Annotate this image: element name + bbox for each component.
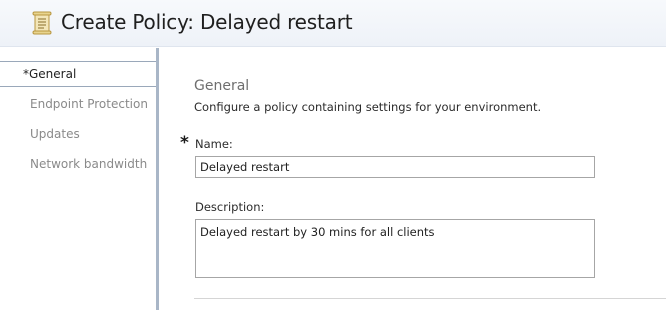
page-title: Create Policy: Delayed restart <box>61 10 353 34</box>
section-title: General <box>194 78 250 94</box>
sidebar-item-network-bandwidth[interactable]: Network bandwidth <box>0 151 156 177</box>
policy-scroll-icon <box>31 11 53 35</box>
name-label: Name: <box>195 137 233 151</box>
required-indicator: * <box>180 133 189 153</box>
description-label: Description: <box>195 200 265 214</box>
section-divider <box>194 298 666 299</box>
title-bar: Create Policy: Delayed restart <box>0 0 666 47</box>
description-field[interactable]: Delayed restart by 30 mins for all clien… <box>195 219 595 278</box>
section-description: Configure a policy containing settings f… <box>194 100 542 114</box>
sidebar-splitter[interactable] <box>156 48 159 310</box>
sidebar-item-updates[interactable]: Updates <box>0 121 156 147</box>
name-field[interactable] <box>195 156 595 178</box>
sidebar-nav <box>0 48 156 310</box>
sidebar-item-endpoint-protection[interactable]: Endpoint Protection <box>0 91 156 117</box>
sidebar-item-general[interactable]: *General <box>0 61 156 87</box>
